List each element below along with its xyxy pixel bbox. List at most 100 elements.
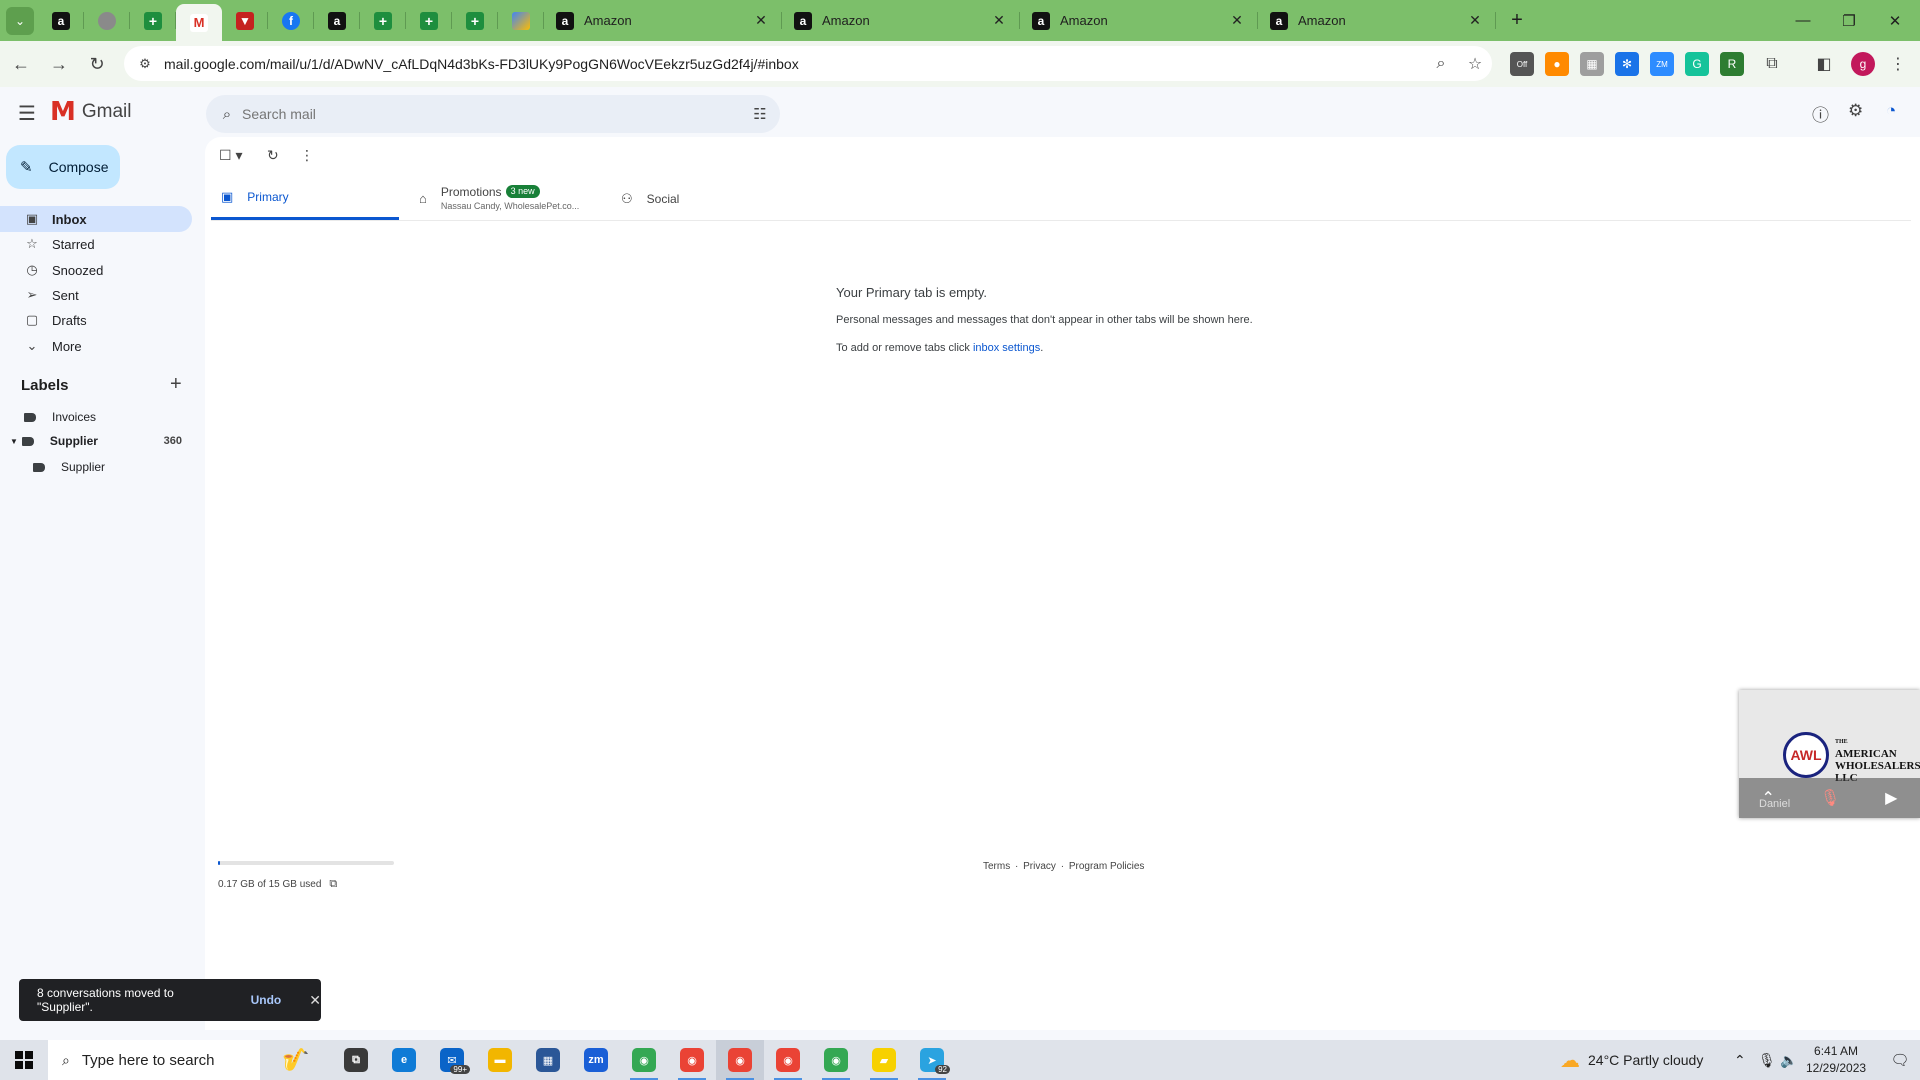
close-tab-icon[interactable]: ✕ xyxy=(1228,12,1246,29)
pinned-tab[interactable]: M xyxy=(176,4,222,41)
extensions-puzzle-icon[interactable]: ⧉ xyxy=(1760,52,1784,76)
profile-avatar[interactable]: g xyxy=(1851,52,1875,76)
search-options-icon[interactable]: ☷ xyxy=(740,105,780,123)
privacy-link[interactable]: Privacy xyxy=(1023,861,1056,872)
grammarly-icon[interactable]: G xyxy=(1685,52,1709,76)
taskbar-app[interactable]: ◉ xyxy=(668,1040,716,1080)
orange-circle-icon[interactable]: ● xyxy=(1545,52,1569,76)
microphone-icon[interactable]: 🎙 xyxy=(1758,1040,1776,1080)
start-button[interactable] xyxy=(0,1040,48,1080)
site-info-icon[interactable]: ⚙ xyxy=(130,56,160,72)
taskbar-app[interactable]: ◉ xyxy=(812,1040,860,1080)
side-panel-icon[interactable]: ◧ xyxy=(1812,52,1836,76)
taskbar-app[interactable]: ▦ xyxy=(524,1040,572,1080)
open-storage-icon[interactable]: ⧉ xyxy=(329,878,337,891)
nav-more[interactable]: ⌄ More xyxy=(0,333,192,359)
main-menu-icon[interactable]: ☰ xyxy=(18,101,36,126)
close-window-button[interactable]: ✕ xyxy=(1872,0,1918,41)
pinned-tab[interactable]: + xyxy=(130,0,176,41)
nav-starred[interactable]: ☆ Starred xyxy=(0,231,192,257)
taskbar-app[interactable]: ⧉ xyxy=(332,1040,380,1080)
clock[interactable]: 6:41 AM 12/29/2023 xyxy=(1806,1043,1866,1077)
minimize-button[interactable]: — xyxy=(1780,0,1826,41)
pinned-tab[interactable]: a xyxy=(314,0,360,41)
create-label-button[interactable]: + xyxy=(170,373,182,396)
restore-button[interactable]: ❐ xyxy=(1826,0,1872,41)
taskbar-app[interactable]: e xyxy=(380,1040,428,1080)
nav-inbox[interactable]: ▣ Inbox xyxy=(0,206,192,232)
close-tab-icon[interactable]: ✕ xyxy=(752,12,770,29)
tab-search-button[interactable]: ⌄ xyxy=(6,6,34,35)
back-button[interactable]: ← xyxy=(4,47,38,81)
pinned-tab[interactable]: f xyxy=(268,0,314,41)
pinned-tab[interactable]: a xyxy=(38,0,84,41)
label-supplier[interactable]: ▼ Supplier 360 xyxy=(0,430,192,452)
mic-muted-icon[interactable]: 🎙 xyxy=(1820,788,1840,808)
blue-gear-icon[interactable]: ✻ xyxy=(1615,52,1639,76)
address-bar[interactable]: ⚙ mail.google.com/mail/u/1/d/ADwNV_cAfLD… xyxy=(124,46,1492,81)
url-text[interactable]: mail.google.com/mail/u/1/d/ADwNV_cAfLDqN… xyxy=(164,56,1424,72)
taskbar-app[interactable]: ➤ 92 xyxy=(908,1040,956,1080)
tab-social[interactable]: ⚇ Social xyxy=(621,177,781,220)
taskbar-app[interactable]: ▰ xyxy=(860,1040,908,1080)
nav-drafts[interactable]: ▢ Drafts xyxy=(0,307,192,333)
bookmark-star-icon[interactable]: ☆ xyxy=(1458,54,1492,74)
program-policies-link[interactable]: Program Policies xyxy=(1069,861,1145,872)
tab-promotions[interactable]: ⌂ Promotions 3 new Nassau Candy, Wholesa… xyxy=(419,177,619,220)
pinned-tab[interactable] xyxy=(498,0,544,41)
close-tab-icon[interactable]: ✕ xyxy=(1466,12,1484,29)
rs-extension-icon[interactable]: R xyxy=(1720,52,1744,76)
taskbar-app[interactable]: ✉ 99+ xyxy=(428,1040,476,1080)
settings-gear-icon[interactable]: ⚙ xyxy=(1848,101,1863,121)
browser-tab[interactable]: a Amazon ✕ xyxy=(782,0,1020,41)
account-spinner-icon[interactable]: ◔ xyxy=(1886,101,1896,121)
zoom-icon[interactable]: ⌕ xyxy=(1424,55,1458,73)
weather-widget[interactable]: ☁ 24°C Partly cloudy xyxy=(1560,1040,1703,1080)
forward-button[interactable]: → xyxy=(42,47,76,81)
label-invoices[interactable]: Invoices xyxy=(0,406,192,428)
browser-tab[interactable]: a Amazon ✕ xyxy=(544,0,782,41)
video-call-tile[interactable]: AWL THE AMERICAN WHOLESALERS LLC ⌃ 🎙 ▶ D… xyxy=(1739,690,1920,818)
inbox-settings-link[interactable]: inbox settings xyxy=(973,342,1040,354)
pinned-tab[interactable] xyxy=(84,0,130,41)
terms-link[interactable]: Terms xyxy=(983,861,1010,872)
refresh-icon[interactable]: ↻ xyxy=(267,147,279,164)
nav-sent[interactable]: ➢ Sent xyxy=(0,282,192,308)
taskbar-app[interactable]: ◉ xyxy=(764,1040,812,1080)
taskbar-search[interactable]: ⌕ Type here to search xyxy=(48,1040,260,1080)
gmail-logo[interactable]: M Gmail xyxy=(50,97,132,127)
search-input[interactable] xyxy=(242,106,740,122)
pinned-tab[interactable]: ▼ xyxy=(222,0,268,41)
browser-menu-icon[interactable]: ⋮ xyxy=(1886,52,1910,76)
browser-tab[interactable]: a Amazon ✕ xyxy=(1258,0,1496,41)
new-tab-button[interactable]: + xyxy=(1502,6,1532,36)
more-options-icon[interactable]: ⋮ xyxy=(300,147,314,164)
pinned-tab[interactable]: + xyxy=(406,0,452,41)
compose-button[interactable]: ✎ Compose xyxy=(6,145,120,189)
image-extension-icon[interactable]: ▦ xyxy=(1580,52,1604,76)
zm-extension-icon[interactable]: ZM xyxy=(1650,52,1674,76)
reload-button[interactable]: ↻ xyxy=(80,47,114,81)
off-extension-icon[interactable]: Off xyxy=(1510,52,1534,76)
undo-button[interactable]: Undo xyxy=(251,993,282,1007)
search-icon[interactable]: ⌕ xyxy=(212,106,242,123)
taskbar-app[interactable]: ◉ xyxy=(620,1040,668,1080)
help-icon[interactable]: ⓘ xyxy=(1812,101,1829,126)
nav-snoozed[interactable]: ◷ Snoozed xyxy=(0,257,192,283)
taskbar-app[interactable]: zm xyxy=(572,1040,620,1080)
close-tab-icon[interactable]: ✕ xyxy=(990,12,1008,29)
pinned-tab[interactable]: + xyxy=(360,0,406,41)
tab-primary[interactable]: ▣ Primary xyxy=(211,177,399,220)
camera-icon[interactable]: ▶ xyxy=(1885,788,1897,808)
volume-icon[interactable]: 🔈 xyxy=(1780,1040,1797,1080)
taskbar-app[interactable]: ◉ xyxy=(716,1040,764,1080)
pinned-tab[interactable]: + xyxy=(452,0,498,41)
search-highlight-icon[interactable]: 🎷 xyxy=(260,1040,332,1080)
notifications-icon[interactable]: 🗨 xyxy=(1880,1040,1920,1080)
close-icon[interactable]: ✕ xyxy=(309,992,321,1009)
show-hidden-icons[interactable]: ⌃ xyxy=(1734,1040,1746,1080)
taskbar-app[interactable]: ▬ xyxy=(476,1040,524,1080)
browser-tab[interactable]: a Amazon ✕ xyxy=(1020,0,1258,41)
label-supplier[interactable]: Supplier xyxy=(0,456,192,478)
expand-arrow-icon[interactable]: ▼ xyxy=(10,437,18,446)
